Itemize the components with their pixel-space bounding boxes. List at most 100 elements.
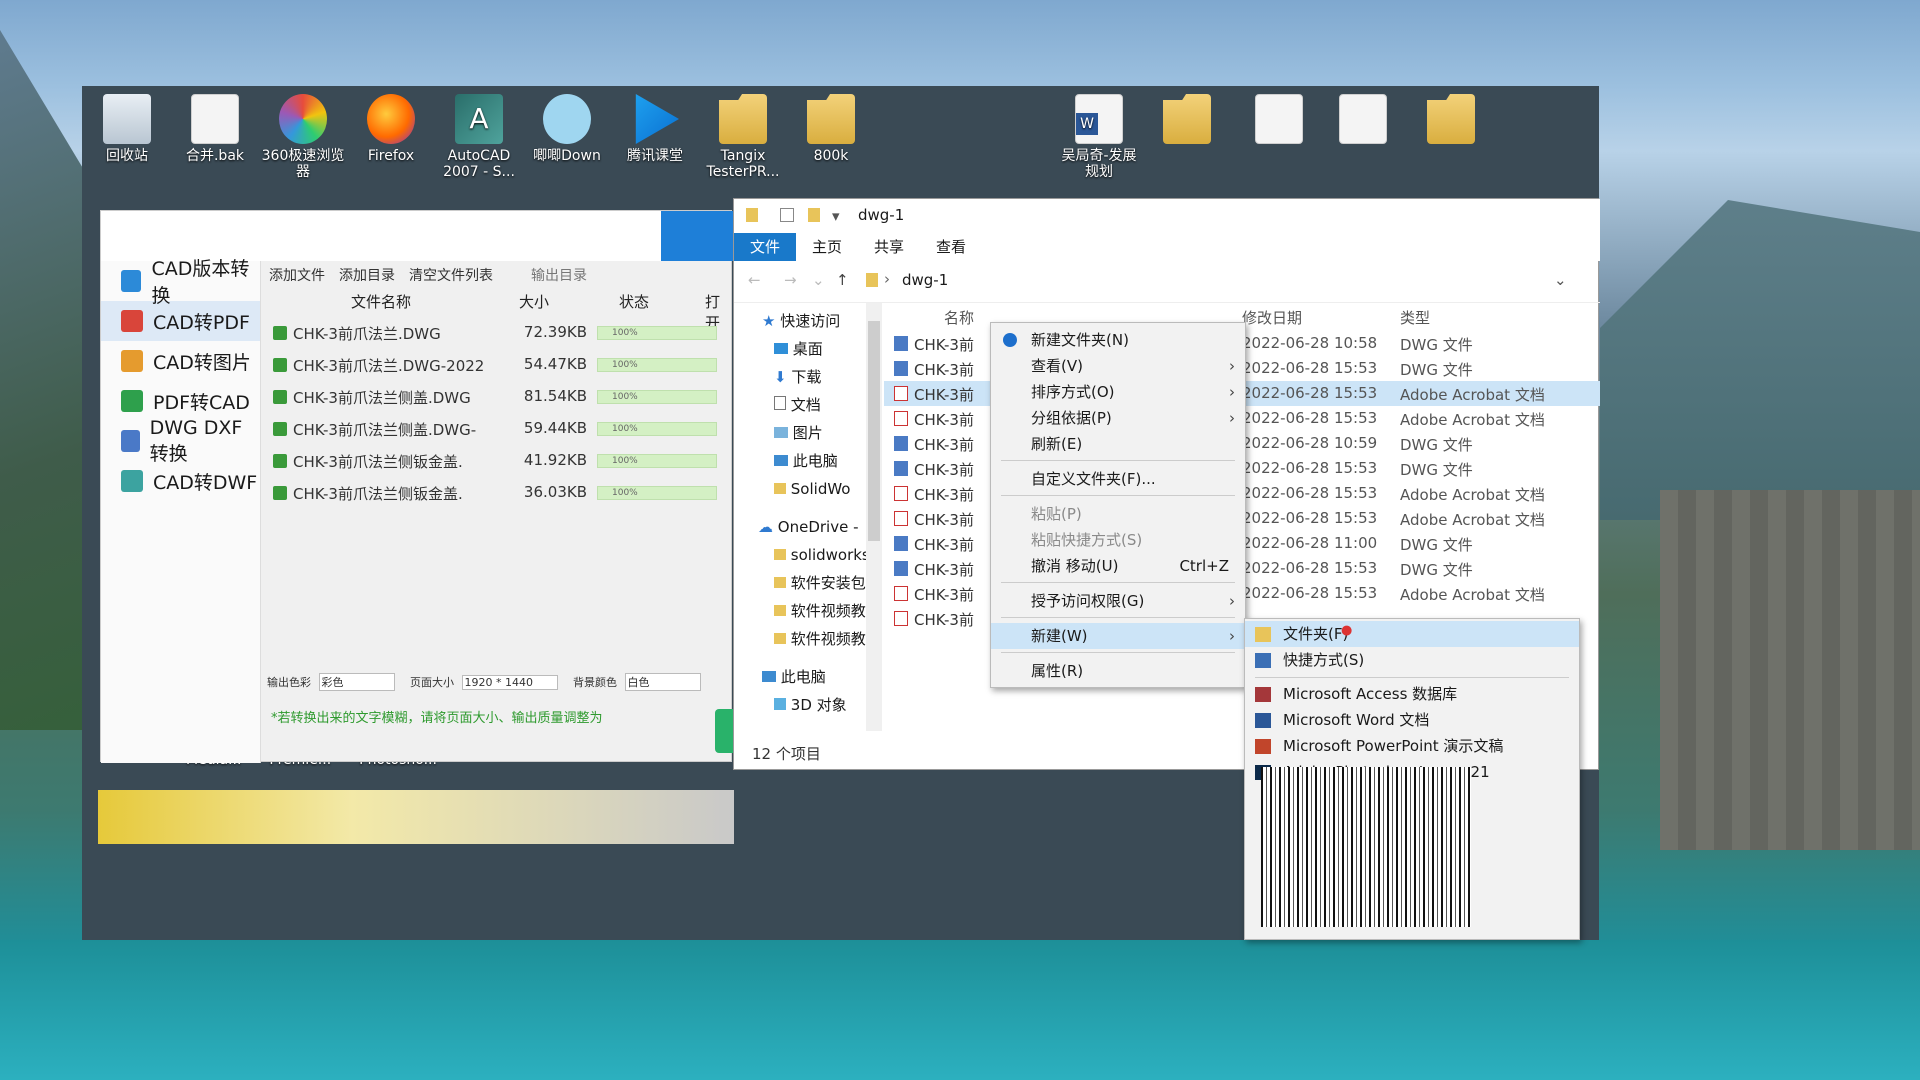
nav-software-install[interactable]: 软件安装包 — [774, 569, 866, 597]
tab-home[interactable]: 主页 — [796, 233, 858, 261]
table-row[interactable]: CHK-3前爪法兰.DWG 72.39KB 100% — [267, 317, 747, 349]
desktop-icon-tangix[interactable]: Tangix TesterPR... — [700, 94, 786, 180]
quick-access-dropdown-icon[interactable]: ▾ — [832, 207, 840, 225]
table-row[interactable]: CHK-3前爪法兰侧盖.DWG- 59.44KB 100% — [267, 413, 747, 445]
menu-properties[interactable]: 属性(R) — [991, 658, 1245, 684]
address-dropdown-icon[interactable]: ⌄ — [1554, 271, 1567, 289]
tab-file[interactable]: 文件 — [734, 233, 797, 261]
address-bar: ← → ⌄ ↑ › dwg-1 ⌄ — [734, 261, 1600, 303]
properties-icon[interactable] — [780, 208, 794, 222]
scrollbar-thumb[interactable] — [868, 321, 880, 541]
submenu-new-folder[interactable]: 文件夹(F) — [1245, 621, 1579, 647]
desktop-icon-360-browser[interactable]: 360极速浏览器 — [260, 94, 346, 180]
context-menu: 新建文件夹(N) 查看(V) › 排序方式(O) › 分组依据(P) › 刷新(E) … — [990, 322, 1246, 688]
menu-new-folder[interactable]: 新建文件夹(N) — [991, 327, 1245, 353]
output-dir-button[interactable]: 输出目录 — [531, 265, 587, 285]
folder-icon — [807, 94, 855, 144]
header-name[interactable]: 名称 — [944, 307, 974, 328]
menu-paste-shortcut[interactable]: 粘贴快捷方式(S) — [991, 527, 1245, 553]
sidebar-item-dwg-dxf[interactable]: DWG DXF转换 — [101, 417, 260, 465]
desktop-icon-folder-a[interactable] — [1144, 94, 1230, 148]
nav-software-video-2[interactable]: 软件视频教 — [774, 625, 866, 653]
menu-separator — [1001, 582, 1235, 583]
dwg-file-icon — [894, 361, 908, 376]
nav-software-video-1[interactable]: 软件视频教 — [774, 597, 866, 625]
add-file-button[interactable]: 添加文件 — [269, 265, 325, 285]
nav-documents[interactable]: 文档 — [774, 391, 821, 419]
header-date[interactable]: 修改日期 — [1242, 307, 1302, 328]
menu-customize-folder[interactable]: 自定义文件夹(F)... — [991, 466, 1245, 492]
menu-paste[interactable]: 粘贴(P) — [991, 501, 1245, 527]
nav-solidworks-folder[interactable]: solidworks — [774, 541, 870, 569]
menu-give-access[interactable]: 授予访问权限(G) › — [991, 588, 1245, 614]
nav-3d-objects[interactable]: 3D 对象 — [774, 691, 847, 719]
desktop-icon-merge-bak[interactable]: 合并.bak — [172, 94, 258, 164]
sidebar-item-cad-to-image[interactable]: CAD转图片 — [101, 341, 260, 381]
nav-this-pc[interactable]: 此电脑 — [762, 663, 826, 691]
desktop-icon-autocad[interactable]: A AutoCAD 2007 - S... — [436, 94, 522, 180]
back-icon[interactable]: ← — [748, 271, 761, 289]
table-row[interactable]: CHK-3前爪法兰侧盖.DWG 81.54KB 100% — [267, 381, 747, 413]
menu-sort-by[interactable]: 排序方式(O) › — [991, 379, 1245, 405]
progress-bar: 100% — [597, 454, 717, 468]
recent-dropdown-icon[interactable]: ⌄ — [812, 271, 825, 289]
nav-downloads[interactable]: ⬇ 下载 — [774, 363, 821, 391]
menu-new[interactable]: 新建(W) › — [991, 623, 1245, 649]
tab-view[interactable]: 查看 — [920, 233, 982, 261]
forward-icon[interactable]: → — [784, 271, 797, 289]
desktop-icon-jijidown[interactable]: 唧唧Down — [524, 94, 610, 164]
submenu-new-shortcut[interactable]: 快捷方式(S) — [1245, 647, 1579, 673]
add-directory-button[interactable]: 添加目录 — [339, 265, 395, 285]
table-row[interactable]: CHK-3前爪法兰侧钣金盖. 41.92KB 100% — [267, 445, 747, 477]
new-folder-icon[interactable] — [808, 208, 820, 222]
menu-view[interactable]: 查看(V) › — [991, 353, 1245, 379]
sidebar-item-cad-to-pdf[interactable]: CAD转PDF — [101, 301, 260, 341]
cad-version-icon — [121, 270, 142, 292]
desktop-icon-doc-a[interactable] — [1236, 94, 1322, 148]
up-icon[interactable]: ↑ — [836, 271, 849, 289]
nav-solidworks[interactable]: SolidWo — [774, 475, 850, 503]
sidebar-item-version-convert[interactable]: CAD版本转换 — [101, 258, 260, 307]
tab-share[interactable]: 共享 — [858, 233, 920, 261]
background-color-select[interactable]: 白色 — [624, 673, 701, 691]
folder-icon — [774, 577, 786, 588]
menu-undo-move[interactable]: 撤消 移动(U) Ctrl+Z — [991, 553, 1245, 579]
image-icon — [121, 350, 143, 372]
color-select[interactable]: 彩色 — [318, 673, 395, 691]
desktop-icon-recycle-bin[interactable]: 回收站 — [84, 94, 170, 164]
start-convert-button[interactable] — [715, 709, 733, 753]
desktop-icon-folder-b[interactable] — [1408, 94, 1494, 148]
autocad-icon: A — [455, 94, 503, 144]
sidebar-item-pdf-to-cad[interactable]: PDF转CAD — [101, 381, 260, 421]
nav-desktop[interactable]: 桌面 — [774, 335, 823, 363]
nav-pictures[interactable]: 图片 — [774, 419, 823, 447]
nav-quick-access[interactable]: ★ 快速访问 — [762, 307, 840, 335]
table-row[interactable]: CHK-3前爪法兰.DWG-2022 54.47KB 100% — [267, 349, 747, 381]
submenu-new-powerpoint[interactable]: Microsoft PowerPoint 演示文稿 — [1245, 733, 1579, 759]
nav-scrollbar[interactable] — [866, 303, 882, 731]
breadcrumb[interactable]: dwg-1 — [902, 271, 948, 289]
header-type[interactable]: 类型 — [1400, 307, 1430, 328]
dwg-file-icon — [273, 326, 287, 340]
clear-list-button[interactable]: 清空文件列表 — [409, 265, 493, 285]
desktop-icon-doc-b[interactable] — [1320, 94, 1406, 148]
desktop-icon-firefox[interactable]: Firefox — [348, 94, 434, 164]
desktop-icon-tencent-classroom[interactable]: 腾讯课堂 — [612, 94, 698, 164]
menu-separator — [1255, 677, 1569, 678]
cad-sidebar: CAD版本转换 CAD转PDF CAD转图片 PDF转CAD DWG DXF转换… — [101, 258, 261, 763]
nav-this-pc-pinned[interactable]: 此电脑 — [774, 447, 838, 475]
desktop-icon-word-doc[interactable]: W 吴局奇-发展规划 — [1056, 94, 1142, 180]
page-size-select[interactable]: 1920 * 1440 — [461, 675, 558, 690]
recycle-bin-icon — [103, 94, 151, 144]
table-row[interactable]: CHK-3前爪法兰侧钣金盖. 36.03KB 100% — [267, 477, 747, 509]
quality-warning: *若转换出来的文字模糊，请将页面大小、输出质量调整为 — [271, 711, 603, 726]
menu-separator — [1001, 460, 1235, 461]
sidebar-item-cad-to-dwf[interactable]: CAD转DWF — [101, 461, 260, 501]
menu-refresh[interactable]: 刷新(E) — [991, 431, 1245, 457]
submenu-new-word-doc[interactable]: Microsoft Word 文档 — [1245, 707, 1579, 733]
submenu-new-access-db[interactable]: Microsoft Access 数据库 — [1245, 681, 1579, 707]
nav-onedrive[interactable]: ☁ OneDrive - — [758, 513, 859, 541]
star-icon: ★ — [762, 312, 776, 330]
desktop-icon-800k[interactable]: 800k — [788, 94, 874, 164]
menu-group-by[interactable]: 分组依据(P) › — [991, 405, 1245, 431]
